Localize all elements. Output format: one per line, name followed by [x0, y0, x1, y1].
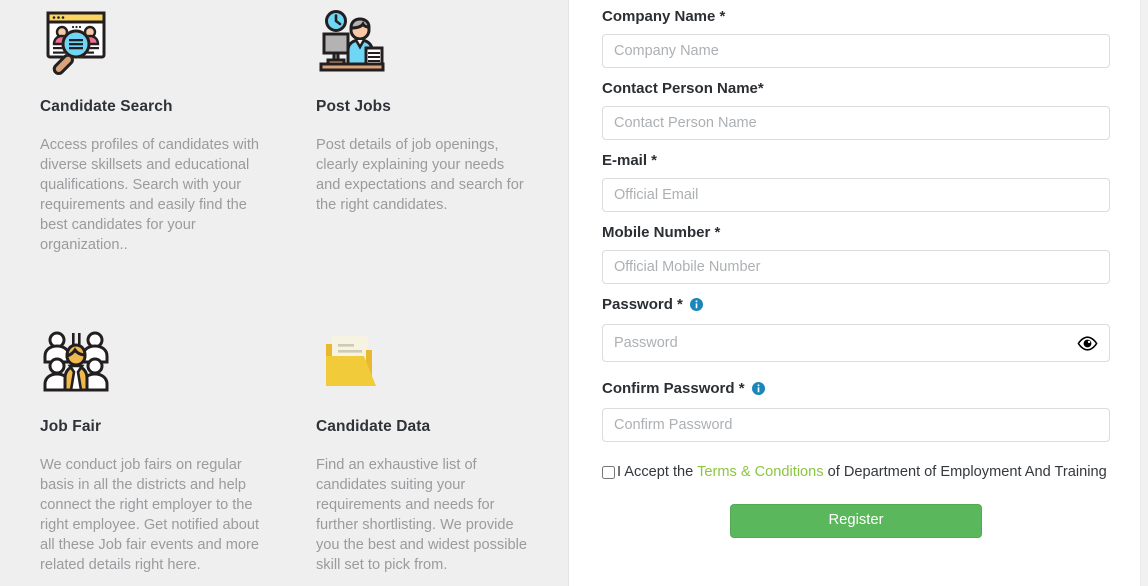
password-label: Password * — [602, 296, 1110, 316]
feature-description: Access profiles of candidates with diver… — [40, 136, 260, 253]
feature-title: Candidate Search — [40, 98, 173, 115]
feature-description: Post details of job openings, clearly ex… — [316, 136, 524, 213]
info-icon[interactable] — [690, 298, 704, 316]
registration-page: Candidate Search Access profiles of cand… — [0, 0, 1148, 586]
features-panel: Candidate Search Access profiles of cand… — [0, 0, 569, 586]
feature-description: Find an exhaustive list of candidates su… — [316, 456, 527, 573]
confirm-password-field[interactable] — [602, 408, 1110, 442]
info-icon[interactable] — [751, 382, 765, 400]
field-password: Password * — [602, 296, 1110, 362]
contact-person-name-input[interactable] — [602, 106, 1110, 140]
features-grid: Candidate Search Access profiles of cand… — [0, 0, 568, 586]
confirm-password-label-text: Confirm Password * — [602, 380, 745, 397]
field-company-name: Company Name * — [602, 8, 1110, 68]
terms-text: I Accept the Terms & Conditions of Depar… — [617, 464, 1107, 482]
register-button-row: Register — [602, 503, 1110, 538]
mobile-number-label: Mobile Number * — [602, 224, 721, 241]
terms-acceptance-row: I Accept the Terms & Conditions of Depar… — [602, 464, 1110, 482]
feature-card-job-fair: Job Fair We conduct job fairs on regular… — [40, 328, 316, 586]
mobile-number-input-wrap — [602, 250, 1110, 284]
company-name-input[interactable] — [602, 34, 1110, 68]
candidate-data-icon — [316, 328, 388, 400]
field-confirm-password: Confirm Password * — [602, 380, 1110, 442]
field-mobile-number: Mobile Number * — [602, 224, 1110, 284]
confirm-password-label: Confirm Password * — [602, 380, 1110, 400]
job-fair-icon — [40, 328, 112, 400]
terms-prefix: I Accept the — [617, 464, 698, 480]
password-label-text: Password * — [602, 296, 683, 313]
field-contact-person-name: Contact Person Name* — [602, 80, 1110, 140]
feature-description: We conduct job fairs on regular basis in… — [40, 456, 260, 573]
contact-person-name-input-wrap — [602, 106, 1110, 140]
confirm-password-input-wrap — [602, 408, 1110, 442]
field-email: E-mail * — [602, 152, 1110, 212]
company-name-label: Company Name * — [602, 8, 726, 25]
page-scrollbar[interactable] — [1140, 0, 1148, 586]
email-label: E-mail * — [602, 152, 658, 169]
toggle-password-visibility-button[interactable] — [1076, 334, 1098, 352]
contact-person-name-label: Contact Person Name* — [602, 80, 764, 97]
feature-card-candidate-search: Candidate Search Access profiles of cand… — [40, 8, 316, 328]
candidate-search-icon — [40, 8, 112, 80]
company-name-input-wrap — [602, 34, 1110, 68]
feature-card-post-jobs: Post Jobs Post details of job openings, … — [316, 8, 592, 328]
register-button[interactable]: Register — [730, 503, 982, 538]
post-jobs-icon — [316, 8, 388, 80]
email-input-wrap — [602, 178, 1110, 212]
email-field[interactable] — [602, 178, 1110, 212]
password-field[interactable] — [602, 324, 1110, 362]
feature-card-candidate-data: Candidate Data Find an exhaustive list o… — [316, 328, 592, 586]
terms-suffix: of Department of Employment And Training — [823, 464, 1107, 480]
accept-terms-checkbox[interactable] — [602, 466, 615, 479]
mobile-number-input[interactable] — [602, 250, 1110, 284]
feature-title: Job Fair — [40, 418, 102, 435]
password-input-wrap — [602, 324, 1110, 362]
feature-title: Post Jobs — [316, 98, 391, 115]
eye-icon — [1076, 335, 1098, 351]
terms-and-conditions-link[interactable]: Terms & Conditions — [697, 464, 824, 480]
feature-title: Candidate Data — [316, 418, 431, 435]
registration-form-panel: Company Name * Contact Person Name* E-ma… — [569, 0, 1148, 586]
